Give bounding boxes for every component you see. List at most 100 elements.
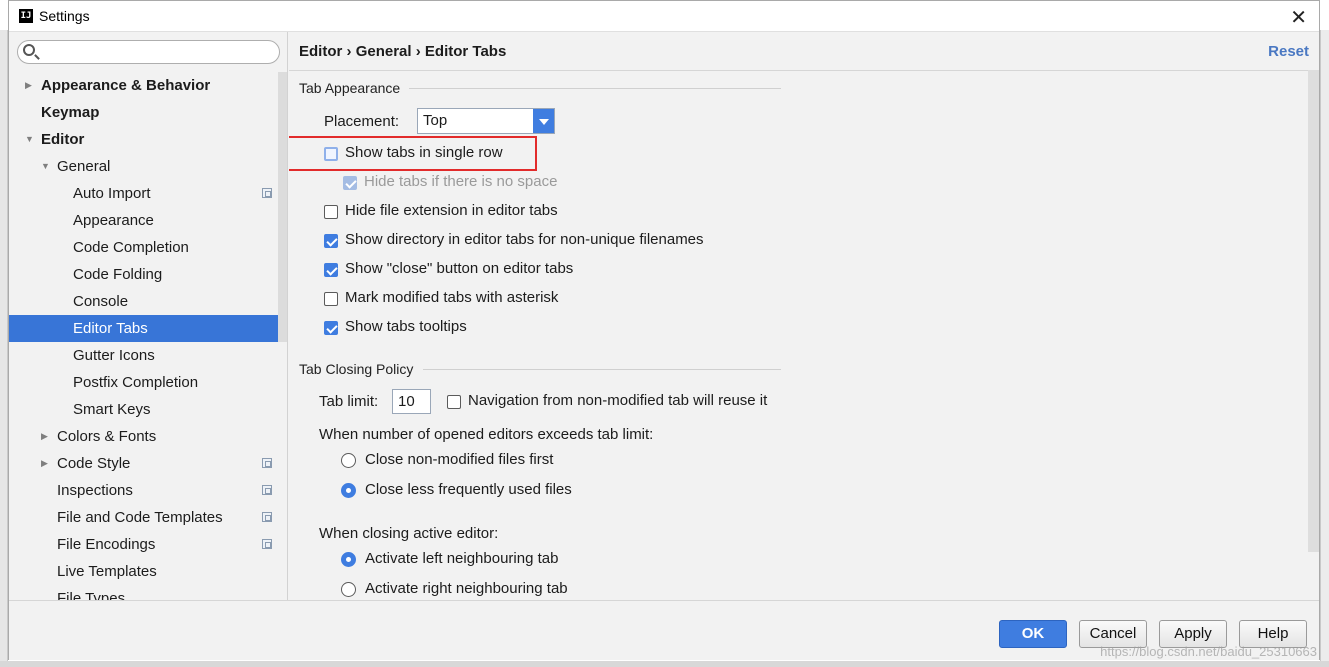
collapse-arrow-icon[interactable]: ▶: [41, 423, 48, 450]
window-title: Settings: [39, 8, 90, 24]
tree-item-code-folding[interactable]: Code Folding: [9, 261, 287, 288]
collapse-arrow-icon[interactable]: ▶: [41, 450, 48, 477]
tree-item-label: Editor Tabs: [73, 320, 148, 337]
tree-item-label: Colors & Fonts: [57, 428, 157, 445]
tree-item-label: File Types: [57, 590, 126, 600]
tree-item-label: Inspections: [57, 482, 133, 499]
radio-label: Activate right neighbouring tab: [365, 580, 568, 597]
section-divider: [409, 88, 781, 89]
ide-right-toolstrip: [1320, 30, 1329, 667]
tree-item-editor[interactable]: ▼ Editor: [9, 126, 287, 153]
reuse-tab-checkbox[interactable]: [447, 395, 461, 409]
placement-label: Placement:: [324, 113, 400, 130]
tree-item-label: Smart Keys: [73, 401, 151, 418]
breadcrumb-editor-tabs: Editor Tabs: [424, 43, 507, 60]
tab-limit-value: 10: [398, 393, 415, 410]
breadcrumb: Editor › General › Editor Tabs: [299, 43, 506, 60]
breadcrumb-separator: ›: [415, 43, 421, 60]
settings-nav-pane: ▶ Appearance & Behavior Keymap ▼ Editor ▼ Gene…: [9, 32, 288, 600]
tree-item-code-completion[interactable]: Code Completion: [9, 234, 287, 261]
collapse-arrow-icon[interactable]: ▶: [25, 72, 32, 99]
settings-search-input[interactable]: [17, 40, 280, 64]
checkbox[interactable]: [324, 147, 338, 161]
breadcrumb-separator: ›: [346, 43, 352, 60]
tree-item-file-types[interactable]: File Types: [9, 585, 287, 600]
checkbox[interactable]: [324, 234, 338, 248]
settings-content-pane: Editor › General › Editor Tabs Reset Tab…: [289, 32, 1319, 600]
expand-arrow-icon[interactable]: ▼: [41, 153, 50, 180]
ok-button[interactable]: OK: [999, 620, 1067, 648]
tree-item-smart-keys[interactable]: Smart Keys: [9, 396, 287, 423]
closing-active-label: When closing active editor:: [319, 525, 499, 542]
close-icon[interactable]: ✕: [1290, 5, 1307, 30]
tree-item-label: File Encodings: [57, 536, 156, 553]
tree-item-label: Keymap: [41, 104, 100, 121]
tree-item-file-encodings[interactable]: File Encodings: [9, 531, 287, 558]
placement-value: Top: [423, 112, 448, 129]
tree-item-label: Appearance: [73, 212, 154, 229]
reset-link[interactable]: Reset: [1268, 43, 1309, 60]
tab-limit-field[interactable]: 10: [392, 389, 431, 414]
section-divider: [423, 369, 781, 370]
nav-scrollbar[interactable]: [278, 72, 287, 342]
checkbox-label: Show directory in editor tabs for non-un…: [345, 231, 704, 248]
radio-button[interactable]: [341, 483, 356, 498]
checkbox-label: Show tabs tooltips: [345, 318, 467, 335]
tree-item-general[interactable]: ▼ General: [9, 153, 287, 180]
exceeds-limit-label: When number of opened editors exceeds ta…: [319, 426, 654, 443]
tree-item-live-templates[interactable]: Live Templates: [9, 558, 287, 585]
tree-item-code-style[interactable]: ▶ Code Style: [9, 450, 287, 477]
reuse-tab-label: Navigation from non-modified tab will re…: [468, 392, 768, 409]
settings-dialog: IJ Settings ✕ ▶ Appearance & Behavior Keym…: [8, 0, 1320, 660]
radio-button[interactable]: [341, 453, 356, 468]
settings-tree: ▶ Appearance & Behavior Keymap ▼ Editor ▼ Gene…: [9, 72, 287, 600]
project-level-icon: [262, 512, 272, 522]
radio-button[interactable]: [341, 582, 356, 597]
tree-item-file-and-code-templates[interactable]: File and Code Templates: [9, 504, 287, 531]
tree-item-label: Code Folding: [73, 266, 163, 283]
tree-item-label: Auto Import: [73, 185, 151, 202]
project-level-icon: [262, 458, 272, 468]
breadcrumb-general: General: [355, 43, 412, 60]
content-scrollbar[interactable]: [1308, 70, 1319, 552]
project-level-icon: [262, 539, 272, 549]
checkbox[interactable]: [324, 263, 338, 277]
tree-item-inspections[interactable]: Inspections: [9, 477, 287, 504]
tree-item-label: Code Completion: [73, 239, 189, 256]
search-icon: [23, 44, 35, 56]
radio-button[interactable]: [341, 552, 356, 567]
tree-item-label: File and Code Templates: [57, 509, 223, 526]
checkbox-label: Show "close" button on editor tabs: [345, 260, 574, 277]
ide-left-toolstrip: [0, 30, 8, 667]
checkbox[interactable]: [324, 321, 338, 335]
tree-item-label: General: [57, 158, 111, 175]
tree-item-appearance-behavior[interactable]: ▶ Appearance & Behavior: [9, 72, 287, 99]
checkbox-label: Mark modified tabs with asterisk: [345, 289, 559, 306]
project-level-icon: [262, 485, 272, 495]
checkbox-label: Show tabs in single row: [345, 144, 503, 161]
title-bar: IJ Settings ✕: [9, 1, 1319, 32]
ide-bottom-strip: [0, 661, 1329, 667]
chevron-down-icon[interactable]: [533, 109, 554, 133]
intellij-app-icon: IJ: [19, 9, 33, 23]
tree-item-auto-import[interactable]: Auto Import: [9, 180, 287, 207]
tree-item-appearance[interactable]: Appearance: [9, 207, 287, 234]
tab-closing-policy-title: Tab Closing Policy: [299, 361, 414, 377]
checkbox[interactable]: [324, 205, 338, 219]
breadcrumb-editor: Editor: [299, 43, 343, 60]
tree-item-editor-tabs[interactable]: Editor Tabs: [9, 315, 287, 342]
placement-dropdown[interactable]: Top: [417, 108, 555, 134]
expand-arrow-icon[interactable]: ▼: [25, 126, 34, 153]
tree-item-colors-fonts[interactable]: ▶ Colors & Fonts: [9, 423, 287, 450]
tree-item-console[interactable]: Console: [9, 288, 287, 315]
tree-item-gutter-icons[interactable]: Gutter Icons: [9, 342, 287, 369]
checkbox: [343, 176, 357, 190]
radio-label: Close non-modified files first: [365, 451, 554, 468]
tree-item-label: Postfix Completion: [73, 374, 199, 391]
tree-item-postfix-completion[interactable]: Postfix Completion: [9, 369, 287, 396]
tree-item-label: Live Templates: [57, 563, 157, 580]
tree-item-label: Code Style: [57, 455, 131, 472]
checkbox[interactable]: [324, 292, 338, 306]
tree-item-keymap[interactable]: Keymap: [9, 99, 287, 126]
project-level-icon: [262, 188, 272, 198]
